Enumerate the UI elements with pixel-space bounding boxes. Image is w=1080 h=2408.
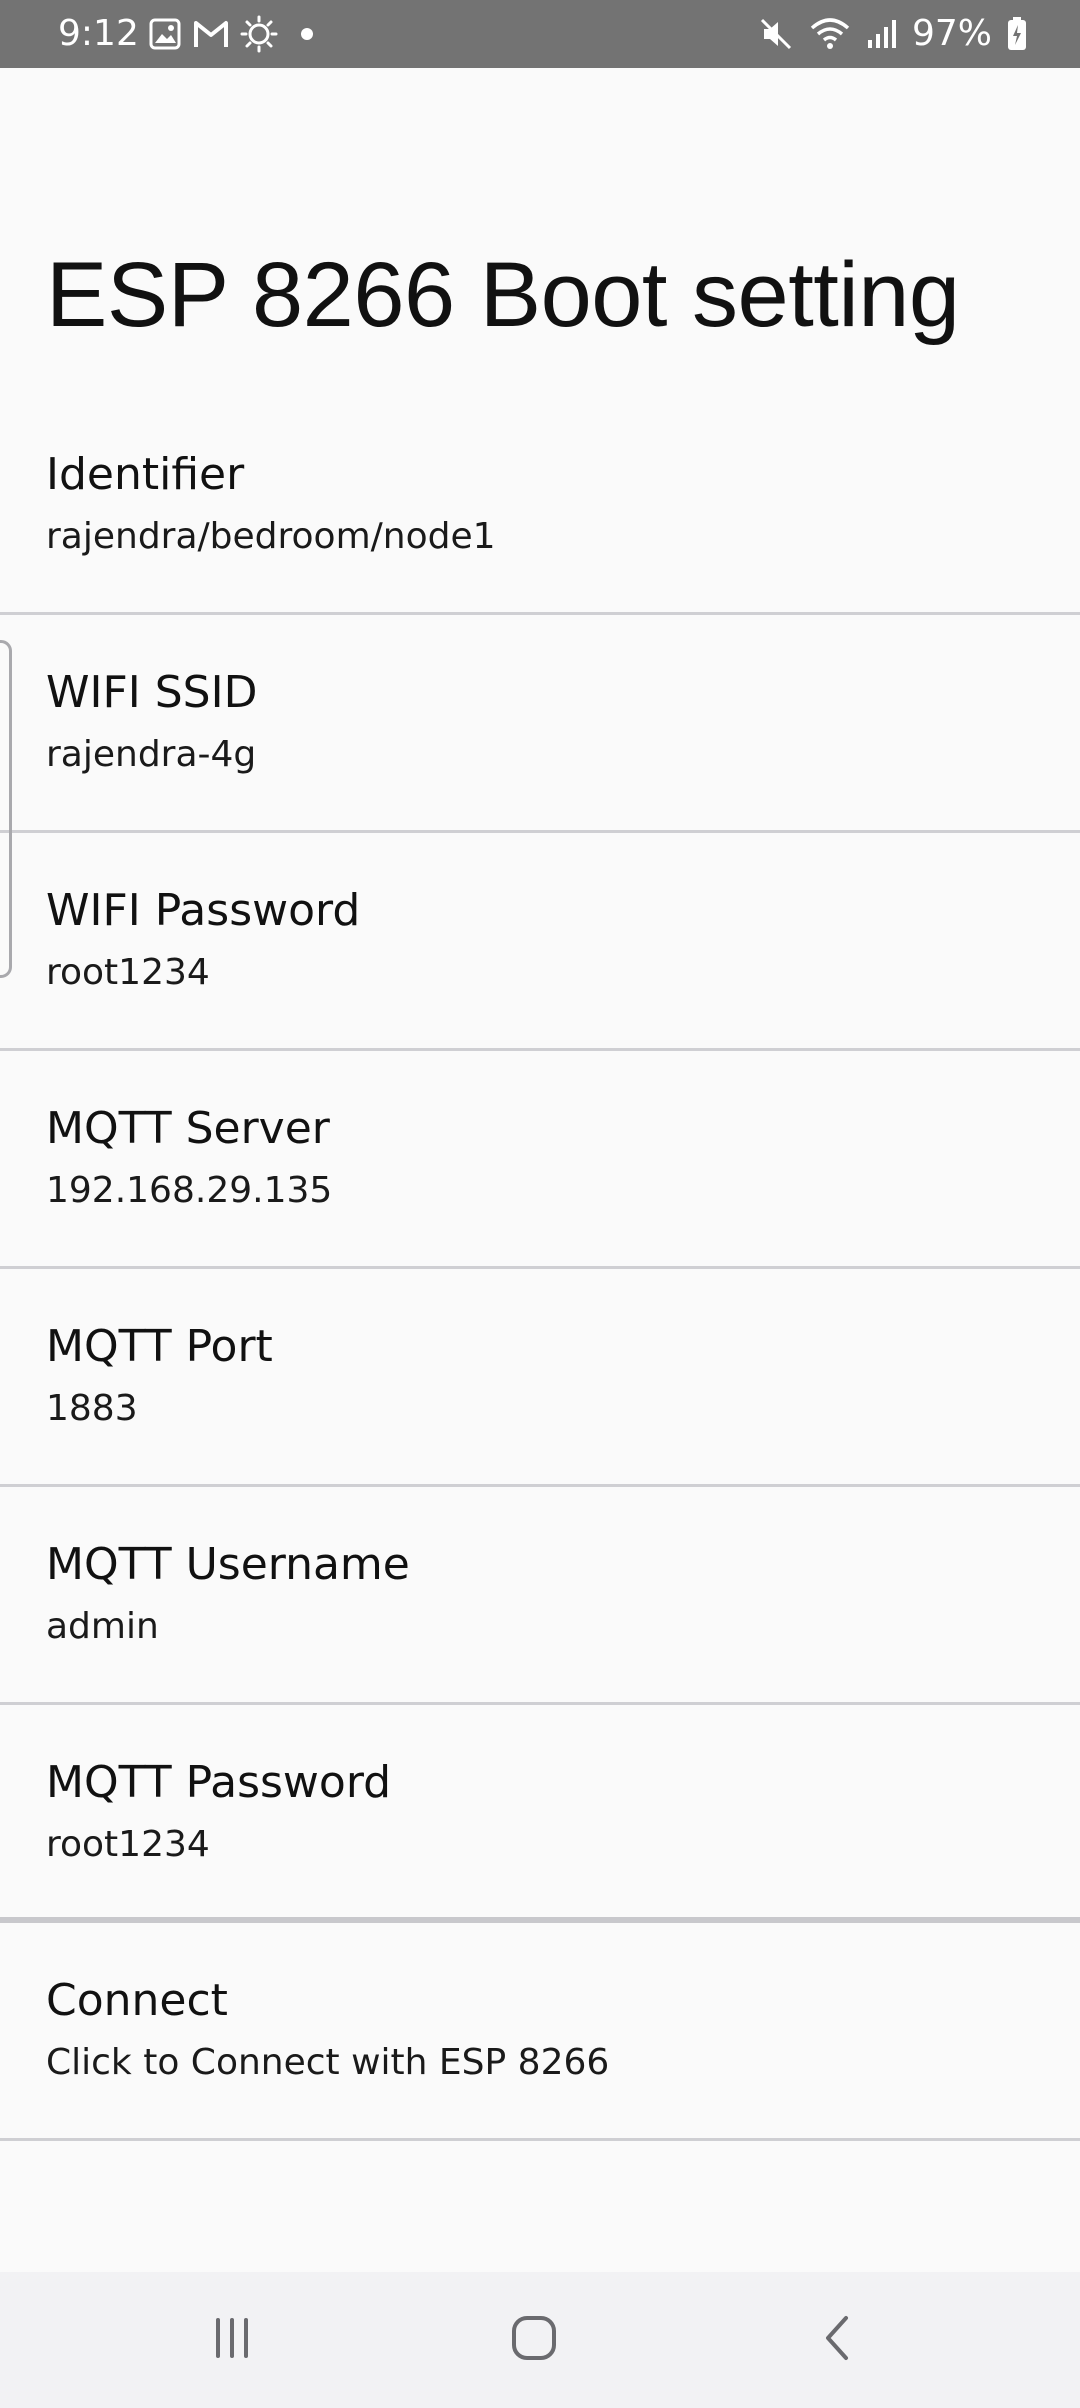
home-icon [509,2313,559,2368]
connect-subtitle: Click to Connect with ESP 8266 [46,2042,610,2083]
back-button[interactable] [778,2300,898,2380]
dot-icon [300,27,314,41]
setting-identifier[interactable]: Identifier rajendra/bedroom/node1 [0,397,1080,615]
recents-button[interactable] [172,2300,292,2380]
setting-value: 1883 [46,1388,138,1429]
connect-title: Connect [46,1975,228,2026]
signal-icon [866,18,898,50]
setting-value: rajendra-4g [46,734,257,775]
mute-icon [758,16,794,52]
setting-value: root1234 [46,1824,210,1865]
setting-wifi-password[interactable]: WIFI Password root1234 [0,833,1080,1051]
setting-title: MQTT Port [46,1321,273,1372]
setting-value: admin [46,1606,159,1647]
edge-panel-handle[interactable] [0,640,12,978]
setting-title: MQTT Password [46,1757,392,1808]
setting-title: MQTT Server [46,1103,330,1154]
recents-icon [208,2314,256,2367]
page-title: ESP 8266 Boot setting [46,244,960,346]
setting-mqtt-port[interactable]: MQTT Port 1883 [0,1269,1080,1487]
setting-value: rajendra/bedroom/node1 [46,516,496,557]
setting-title: WIFI SSID [46,667,258,718]
connect-item[interactable]: Connect Click to Connect with ESP 8266 [0,1923,1080,2141]
notification-icons [148,15,314,53]
setting-mqtt-password[interactable]: MQTT Password root1234 [0,1705,1080,1923]
home-button[interactable] [474,2300,594,2380]
setting-value: 192.168.29.135 [46,1170,333,1211]
setting-title: Identifier [46,449,245,500]
setting-wifi-ssid[interactable]: WIFI SSID rajendra-4g [0,615,1080,833]
settings-list: Identifier rajendra/bedroom/node1 WIFI S… [0,397,1080,2141]
status-bar: 9:12 97% [0,0,1080,68]
wifi-icon [808,16,852,52]
setting-mqtt-username[interactable]: MQTT Username admin [0,1487,1080,1705]
navigation-bar [0,2272,1080,2408]
setting-title: WIFI Password [46,885,361,936]
gallery-icon [148,17,182,51]
status-time: 9:12 [58,13,139,54]
battery-percent: 97% [911,13,992,54]
setting-mqtt-server[interactable]: MQTT Server 192.168.29.135 [0,1051,1080,1269]
setting-title: MQTT Username [46,1539,410,1590]
setting-value: root1234 [46,952,210,993]
battery-icon [1006,16,1028,52]
sun-icon [240,15,278,53]
back-icon [814,2314,862,2367]
system-status-icons: 97% [758,8,1028,60]
gmail-icon [192,17,230,51]
